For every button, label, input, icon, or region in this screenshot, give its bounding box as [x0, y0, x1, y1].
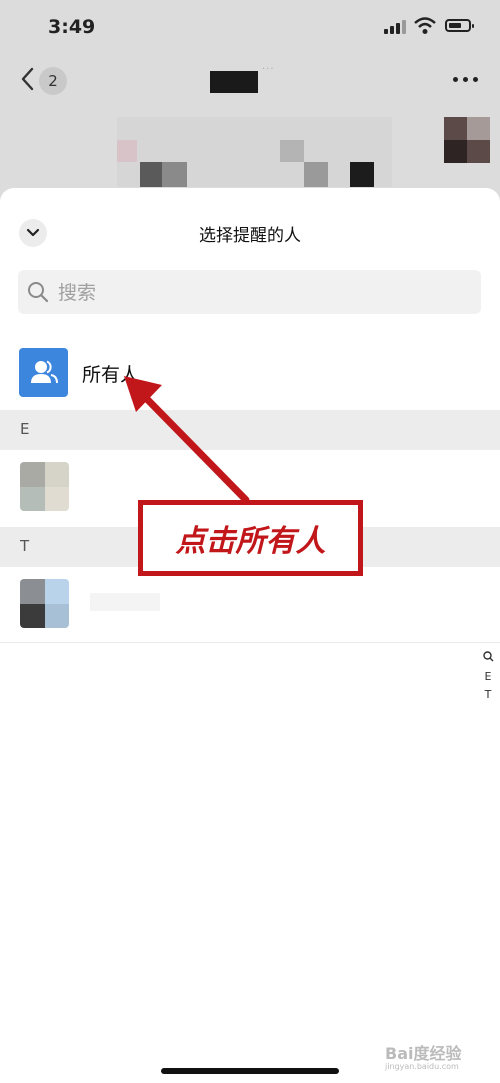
sheet-title: 选择提醒的人	[199, 226, 301, 246]
section-letter: T	[20, 537, 30, 555]
contact-name-blurred	[90, 593, 160, 611]
chat-nav-bar: 2 ···	[0, 56, 500, 104]
search-box[interactable]	[18, 270, 481, 316]
section-header-e: E	[0, 410, 500, 450]
contact-row[interactable]	[0, 567, 500, 643]
group-users-icon	[31, 360, 58, 384]
index-search-icon[interactable]	[479, 650, 497, 668]
chat-title-dots: ···	[262, 64, 275, 75]
more-options-icon[interactable]	[453, 77, 479, 83]
blurred-pixel	[280, 140, 304, 162]
mention-all-item[interactable]: 所有人	[0, 334, 500, 406]
unread-count-badge[interactable]: 2	[39, 67, 67, 95]
back-icon[interactable]	[18, 66, 38, 92]
index-letter-t[interactable]: T	[479, 686, 497, 704]
blurred-pixel	[350, 162, 374, 187]
cellular-signal-icon	[384, 20, 406, 34]
list-end-divider	[0, 642, 500, 643]
search-input[interactable]	[56, 270, 460, 316]
battery-icon	[445, 19, 474, 32]
mention-all-label: 所有人	[82, 364, 140, 386]
annotation-callout: 点击所有人	[138, 500, 363, 576]
mention-picker-sheet: 选择提醒的人 所有人 E T	[0, 188, 500, 1083]
blurred-pixel	[304, 162, 328, 187]
group-avatar	[19, 348, 68, 397]
status-time: 3:49	[48, 16, 96, 38]
blurred-pixel	[140, 162, 162, 187]
index-letter-e[interactable]: E	[479, 668, 497, 686]
blurred-pixel	[162, 162, 187, 187]
contact-avatar-blurred	[20, 579, 69, 628]
annotation-label: 点击所有人	[175, 524, 326, 559]
blurred-pixel	[444, 140, 467, 163]
contact-avatar-blurred	[20, 462, 69, 511]
chat-title-redacted	[210, 71, 258, 93]
status-bar: 3:49	[0, 0, 500, 52]
sheet-header: 选择提醒的人	[0, 188, 500, 274]
search-icon	[28, 282, 49, 303]
blurred-pixel	[467, 117, 490, 140]
background-chat-screen: 3:49 2 ···	[0, 0, 500, 205]
alphabet-index-bar[interactable]: E T	[479, 650, 497, 704]
section-letter: E	[20, 420, 30, 438]
blurred-pixel	[117, 140, 137, 162]
home-indicator[interactable]	[161, 1068, 339, 1074]
watermark-logo: Bai度经验 jingyan.baidu.com	[385, 1044, 462, 1071]
wifi-icon	[414, 17, 436, 34]
